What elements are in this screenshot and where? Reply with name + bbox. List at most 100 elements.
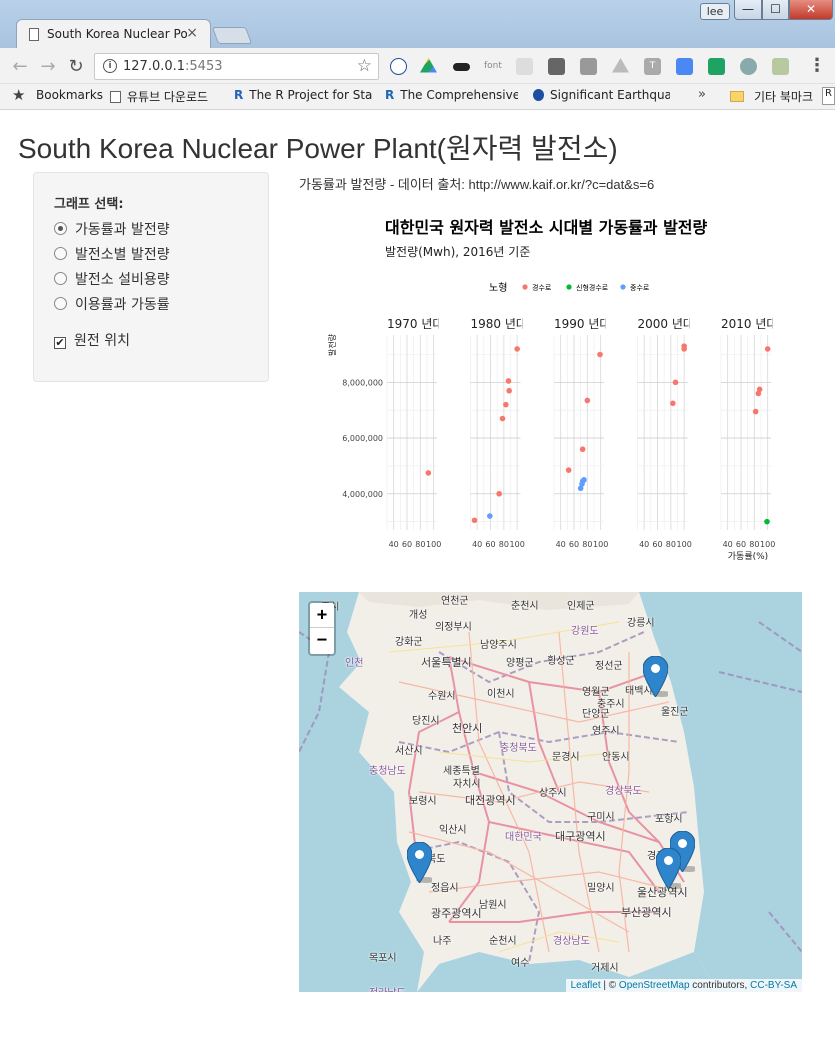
map-marker-icon[interactable] [643, 656, 668, 697]
x-tick-label: 80 [666, 540, 676, 549]
facet-panel [387, 335, 437, 530]
checkbox-plant-location[interactable]: ✔ 원전 위치 [54, 330, 130, 350]
radio-selected-icon[interactable] [54, 222, 67, 235]
map-attribution: Leaflet | © OpenStreetMap contributors, … [565, 979, 802, 992]
facet-panel [721, 335, 771, 530]
maximize-button[interactable]: ☐ [762, 0, 789, 20]
zoom-out-button[interactable]: − [310, 628, 334, 653]
map-place-label: 개성 [409, 610, 428, 621]
plant-location-map[interactable]: 연천군춘천시인제군주시개성의정부시강릉시강원도강화군남양주시인천서울특별시양평군… [299, 592, 802, 992]
x-tick-label: 80 [582, 540, 592, 549]
data-point [672, 379, 679, 386]
x-tick-label: 40 [556, 540, 566, 549]
browser-tab[interactable]: South Korea Nuclear Po × [16, 19, 211, 48]
bookmark-r-project[interactable]: R The R Project for Sta [234, 88, 373, 102]
faceted-scatter-chart: 대한민국 원자력 발전소 시대별 가동률과 발전량발전량(Mwh), 2016년… [327, 218, 775, 562]
bookmark-bookmarks[interactable]: Bookmarks [36, 88, 103, 102]
map-place-label: 수원시 [428, 691, 456, 702]
map-place-label: 여수 [511, 958, 530, 969]
bookmark-cran[interactable]: R The Comprehensive [385, 88, 518, 102]
license-link[interactable]: CC-BY-SA [750, 980, 797, 991]
map-place-label: 인제군 [567, 601, 595, 612]
bookmark-star-icon[interactable]: ☆ [357, 56, 372, 76]
data-point [584, 397, 591, 404]
checkbox-checked-icon[interactable]: ✔ [54, 337, 66, 349]
translate-extension-icon[interactable] [676, 58, 693, 75]
browser-title-bar: South Korea Nuclear Po × lee — ☐ ✕ [0, 0, 835, 48]
radio-option-plant-capacity[interactable]: 발전소 설비용량 [54, 269, 170, 289]
map-place-label: 거제시 [591, 963, 619, 974]
radio-option-operation-generation[interactable]: 가동률과 발전량 [54, 219, 170, 239]
bookmark-earthquakes[interactable]: Significant Earthquak [533, 88, 670, 102]
bookmarks-overflow-icon[interactable]: » [698, 87, 706, 102]
camera-extension-icon[interactable] [516, 58, 533, 75]
document-icon [29, 28, 39, 41]
info-icon[interactable]: i [103, 59, 117, 73]
drive-grey-extension-icon[interactable] [612, 58, 629, 73]
map-place-label: 충청북도 [500, 743, 537, 754]
map-place-label: 목포시 [369, 953, 397, 964]
menu-icon[interactable]: ⋮ [808, 55, 826, 76]
font-extension-icon[interactable]: font [484, 58, 502, 75]
map-place-label: 정읍시 [431, 883, 459, 894]
forward-icon[interactable]: → [38, 56, 58, 77]
graph-select-label: 그래프 선택: [54, 197, 124, 212]
map-marker-icon[interactable] [656, 848, 681, 889]
green-extension-icon[interactable] [708, 58, 725, 75]
drive-extension-icon[interactable] [420, 58, 437, 73]
x-tick-label: 60 [569, 540, 579, 549]
leaflet-link[interactable]: Leaflet [571, 980, 601, 991]
t-extension-icon[interactable]: T [644, 58, 661, 75]
facet-panel [554, 335, 604, 530]
facet-panel [637, 335, 688, 530]
map-place-label: 보령시 [409, 796, 437, 807]
data-point [681, 346, 687, 352]
map-place-label: 익산시 [439, 825, 467, 836]
url-text[interactable]: 127.0.0.1:5453 [123, 59, 223, 74]
radio-icon[interactable] [54, 297, 67, 310]
map-place-label: 춘천시 [511, 601, 539, 612]
x-tick-label: 60 [736, 540, 746, 549]
r-logo-icon: R [385, 88, 395, 102]
other-bookmarks[interactable]: 기타 북마크 [730, 88, 813, 105]
data-point [752, 408, 759, 415]
x-tick-label: 80 [415, 540, 425, 549]
chart-subtitle: 발전량(Mwh), 2016년 기준 [385, 245, 530, 259]
address-bar[interactable]: i 127.0.0.1:5453 ☆ [94, 53, 379, 80]
map-place-label: 순천시 [489, 936, 517, 947]
image-extension-icon[interactable] [772, 58, 789, 75]
chart-title: 대한민국 원자력 발전소 시대별 가동률과 발전량 [385, 218, 708, 237]
map-place-label: 충청남도 [369, 766, 406, 777]
radio-option-utilization[interactable]: 이용률과 가동률 [54, 294, 170, 314]
zoom-in-button[interactable]: + [310, 603, 334, 628]
mask-extension-icon[interactable] [453, 63, 470, 71]
data-point [496, 490, 502, 497]
skype-extension-icon[interactable] [390, 58, 407, 75]
page-icon [110, 91, 121, 103]
minimize-button[interactable]: — [734, 0, 762, 20]
osm-link[interactable]: OpenStreetMap [619, 980, 690, 991]
legend-label: 경수로 [532, 283, 552, 292]
back-icon[interactable]: ← [10, 56, 30, 77]
search-extension-icon[interactable] [740, 58, 757, 75]
new-tab-button[interactable] [211, 27, 253, 44]
folder-icon [730, 91, 744, 102]
map-place-label: 의정부시 [435, 622, 472, 633]
tab-close-icon[interactable]: × [186, 25, 198, 41]
profile-button[interactable]: lee [700, 3, 730, 20]
zoom-control: + − [308, 601, 336, 656]
pocket-extension-icon[interactable] [548, 58, 565, 75]
radio-icon[interactable] [54, 247, 67, 260]
bookmark-youtube-download[interactable]: 유튜브 다운로드 [110, 88, 226, 105]
radio-option-plant-generation[interactable]: 발전소별 발전량 [54, 244, 170, 264]
screen-extension-icon[interactable] [580, 58, 597, 75]
reload-icon[interactable]: ↻ [66, 56, 86, 77]
map-marker-icon[interactable] [407, 842, 432, 883]
close-window-button[interactable]: ✕ [789, 0, 833, 20]
facet-label: 1990 년대 [554, 317, 610, 331]
map-place-label: 남양주시 [480, 640, 517, 651]
legend-label: 신형경수로 [576, 283, 609, 292]
map-place-label: 구미시 [587, 812, 615, 823]
y-axis-title: 발전량 [327, 333, 337, 356]
radio-icon[interactable] [54, 272, 67, 285]
